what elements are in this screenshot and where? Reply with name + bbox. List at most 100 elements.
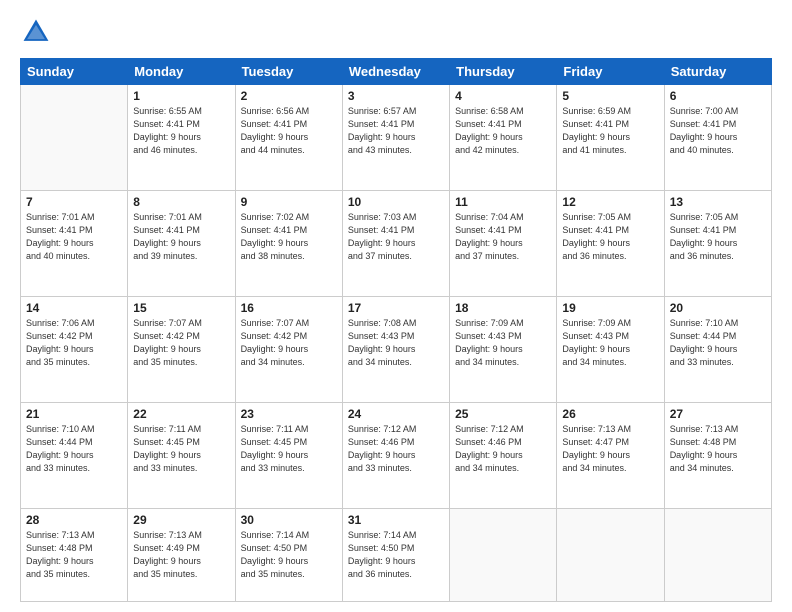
day-number: 1 [133, 89, 229, 103]
logo-icon [20, 16, 52, 48]
calendar-cell: 13 Sunrise: 7:05 AM Sunset: 4:41 PM Dayli… [664, 191, 771, 297]
calendar-cell: 28 Sunrise: 7:13 AM Sunset: 4:48 PM Dayli… [21, 509, 128, 602]
day-header-wednesday: Wednesday [342, 59, 449, 85]
day-number: 12 [562, 195, 658, 209]
day-header-tuesday: Tuesday [235, 59, 342, 85]
calendar-cell: 2 Sunrise: 6:56 AM Sunset: 4:41 PM Daylig… [235, 85, 342, 191]
calendar-cell: 23 Sunrise: 7:11 AM Sunset: 4:45 PM Dayli… [235, 403, 342, 509]
day-number: 23 [241, 407, 337, 421]
day-number: 6 [670, 89, 766, 103]
calendar-week-4: 21 Sunrise: 7:10 AM Sunset: 4:44 PM Dayli… [21, 403, 772, 509]
calendar-cell: 27 Sunrise: 7:13 AM Sunset: 4:48 PM Dayli… [664, 403, 771, 509]
cell-info: Sunrise: 7:13 AM Sunset: 4:49 PM Dayligh… [133, 529, 229, 581]
calendar-cell: 22 Sunrise: 7:11 AM Sunset: 4:45 PM Dayli… [128, 403, 235, 509]
calendar-cell: 18 Sunrise: 7:09 AM Sunset: 4:43 PM Dayli… [450, 297, 557, 403]
day-number: 19 [562, 301, 658, 315]
calendar-cell: 20Sunrise: 7:10 AM Sunset: 4:44 PM Dayli… [664, 297, 771, 403]
calendar-cell: 7Sunrise: 7:01 AM Sunset: 4:41 PM Daylig… [21, 191, 128, 297]
cell-info: Sunrise: 7:12 AM Sunset: 4:46 PM Dayligh… [455, 423, 551, 475]
cell-info: Sunrise: 7:06 AM Sunset: 4:42 PM Dayligh… [26, 317, 122, 369]
cell-info: Sunrise: 7:13 AM Sunset: 4:48 PM Dayligh… [670, 423, 766, 475]
day-header-friday: Friday [557, 59, 664, 85]
cell-info: Sunrise: 7:10 AM Sunset: 4:44 PM Dayligh… [26, 423, 122, 475]
cell-info: Sunrise: 6:55 AM Sunset: 4:41 PM Dayligh… [133, 105, 229, 157]
day-number: 27 [670, 407, 766, 421]
calendar-table: SundayMondayTuesdayWednesdayThursdayFrid… [20, 58, 772, 602]
cell-info: Sunrise: 7:05 AM Sunset: 4:41 PM Dayligh… [670, 211, 766, 263]
cell-info: Sunrise: 7:09 AM Sunset: 4:43 PM Dayligh… [455, 317, 551, 369]
calendar-cell: 10 Sunrise: 7:03 AM Sunset: 4:41 PM Dayli… [342, 191, 449, 297]
cell-info: Sunrise: 7:12 AM Sunset: 4:46 PM Dayligh… [348, 423, 444, 475]
calendar-cell: 26 Sunrise: 7:13 AM Sunset: 4:47 PM Dayli… [557, 403, 664, 509]
day-number: 28 [26, 513, 122, 527]
calendar-cell: 16Sunrise: 7:07 AM Sunset: 4:42 PM Dayli… [235, 297, 342, 403]
day-number: 24 [348, 407, 444, 421]
day-number: 22 [133, 407, 229, 421]
day-number: 17 [348, 301, 444, 315]
calendar-cell: 17Sunrise: 7:08 AM Sunset: 4:43 PM Dayli… [342, 297, 449, 403]
cell-info: Sunrise: 7:07 AM Sunset: 4:42 PM Dayligh… [133, 317, 229, 369]
page: SundayMondayTuesdayWednesdayThursdayFrid… [0, 0, 792, 612]
day-number: 31 [348, 513, 444, 527]
day-number: 2 [241, 89, 337, 103]
cell-info: Sunrise: 7:00 AM Sunset: 4:41 PM Dayligh… [670, 105, 766, 157]
calendar-cell: 5 Sunrise: 6:59 AM Sunset: 4:41 PM Daylig… [557, 85, 664, 191]
day-number: 11 [455, 195, 551, 209]
day-number: 10 [348, 195, 444, 209]
calendar-cell: 25 Sunrise: 7:12 AM Sunset: 4:46 PM Dayli… [450, 403, 557, 509]
cell-info: Sunrise: 7:03 AM Sunset: 4:41 PM Dayligh… [348, 211, 444, 263]
cell-info: Sunrise: 7:11 AM Sunset: 4:45 PM Dayligh… [133, 423, 229, 475]
day-number: 16 [241, 301, 337, 315]
calendar-cell: 31 Sunrise: 7:14 AM Sunset: 4:50 PM Dayli… [342, 509, 449, 602]
day-number: 18 [455, 301, 551, 315]
day-number: 26 [562, 407, 658, 421]
cell-info: Sunrise: 6:56 AM Sunset: 4:41 PM Dayligh… [241, 105, 337, 157]
calendar-cell [21, 85, 128, 191]
calendar-header-row: SundayMondayTuesdayWednesdayThursdayFrid… [21, 59, 772, 85]
calendar-cell: 15 Sunrise: 7:07 AM Sunset: 4:42 PM Dayli… [128, 297, 235, 403]
day-number: 4 [455, 89, 551, 103]
calendar-cell: 3 Sunrise: 6:57 AM Sunset: 4:41 PM Daylig… [342, 85, 449, 191]
day-number: 25 [455, 407, 551, 421]
cell-info: Sunrise: 6:58 AM Sunset: 4:41 PM Dayligh… [455, 105, 551, 157]
cell-info: Sunrise: 7:04 AM Sunset: 4:41 PM Dayligh… [455, 211, 551, 263]
calendar-cell [450, 509, 557, 602]
cell-info: Sunrise: 7:13 AM Sunset: 4:48 PM Dayligh… [26, 529, 122, 581]
calendar-cell: 9 Sunrise: 7:02 AM Sunset: 4:41 PM Daylig… [235, 191, 342, 297]
calendar-week-3: 14 Sunrise: 7:06 AM Sunset: 4:42 PM Dayli… [21, 297, 772, 403]
day-number: 30 [241, 513, 337, 527]
day-number: 13 [670, 195, 766, 209]
cell-info: Sunrise: 6:59 AM Sunset: 4:41 PM Dayligh… [562, 105, 658, 157]
calendar-cell: 30 Sunrise: 7:14 AM Sunset: 4:50 PM Dayli… [235, 509, 342, 602]
day-number: 8 [133, 195, 229, 209]
calendar-cell: 21 Sunrise: 7:10 AM Sunset: 4:44 PM Dayli… [21, 403, 128, 509]
calendar-week-2: 7Sunrise: 7:01 AM Sunset: 4:41 PM Daylig… [21, 191, 772, 297]
day-number: 29 [133, 513, 229, 527]
day-number: 14 [26, 301, 122, 315]
calendar-cell: 24 Sunrise: 7:12 AM Sunset: 4:46 PM Dayli… [342, 403, 449, 509]
cell-info: Sunrise: 7:01 AM Sunset: 4:41 PM Dayligh… [133, 211, 229, 263]
calendar-cell: 6 Sunrise: 7:00 AM Sunset: 4:41 PM Daylig… [664, 85, 771, 191]
calendar-cell: 29 Sunrise: 7:13 AM Sunset: 4:49 PM Dayli… [128, 509, 235, 602]
cell-info: Sunrise: 7:01 AM Sunset: 4:41 PM Dayligh… [26, 211, 122, 263]
day-number: 5 [562, 89, 658, 103]
calendar-cell: 8 Sunrise: 7:01 AM Sunset: 4:41 PM Daylig… [128, 191, 235, 297]
calendar-week-1: 1 Sunrise: 6:55 AM Sunset: 4:41 PM Daylig… [21, 85, 772, 191]
cell-info: Sunrise: 7:02 AM Sunset: 4:41 PM Dayligh… [241, 211, 337, 263]
day-header-thursday: Thursday [450, 59, 557, 85]
day-number: 15 [133, 301, 229, 315]
cell-info: Sunrise: 7:10 AM Sunset: 4:44 PM Dayligh… [670, 317, 766, 369]
cell-info: Sunrise: 6:57 AM Sunset: 4:41 PM Dayligh… [348, 105, 444, 157]
cell-info: Sunrise: 7:14 AM Sunset: 4:50 PM Dayligh… [241, 529, 337, 581]
cell-info: Sunrise: 7:13 AM Sunset: 4:47 PM Dayligh… [562, 423, 658, 475]
day-number: 21 [26, 407, 122, 421]
calendar-cell [664, 509, 771, 602]
cell-info: Sunrise: 7:05 AM Sunset: 4:41 PM Dayligh… [562, 211, 658, 263]
day-number: 9 [241, 195, 337, 209]
day-number: 3 [348, 89, 444, 103]
day-header-sunday: Sunday [21, 59, 128, 85]
calendar-week-5: 28 Sunrise: 7:13 AM Sunset: 4:48 PM Dayli… [21, 509, 772, 602]
cell-info: Sunrise: 7:11 AM Sunset: 4:45 PM Dayligh… [241, 423, 337, 475]
cell-info: Sunrise: 7:14 AM Sunset: 4:50 PM Dayligh… [348, 529, 444, 581]
calendar-cell [557, 509, 664, 602]
